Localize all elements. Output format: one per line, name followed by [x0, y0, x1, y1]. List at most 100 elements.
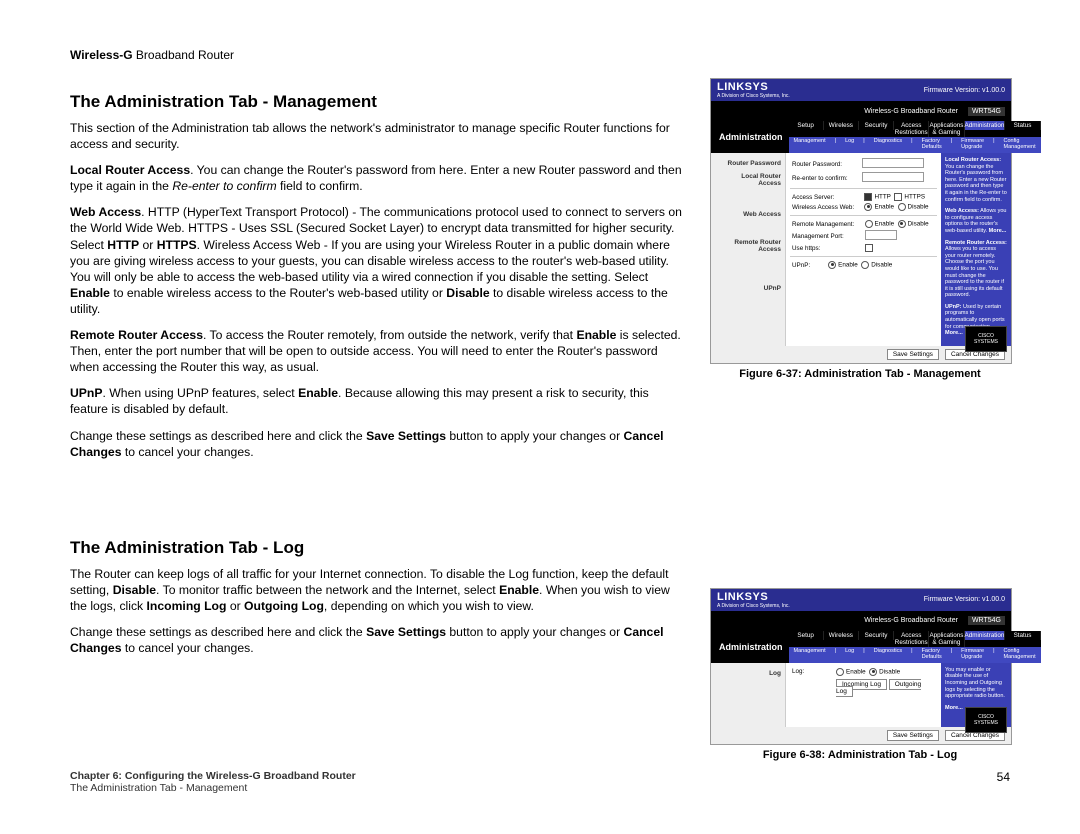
tab2-setup[interactable]: Setup [789, 631, 824, 640]
radio-log-enable[interactable] [836, 668, 844, 676]
save-text-c: to cancel your changes. [121, 445, 253, 459]
router-topbar: LINKSYS A Division of Cisco Systems, Inc… [711, 79, 1011, 101]
upnp-enable: Enable [298, 386, 338, 400]
subtab-firmware[interactable]: Firmware Upgrade [961, 138, 984, 150]
save-settings-button[interactable]: Save Settings [887, 349, 939, 360]
subtab-factory[interactable]: Factory Defaults [922, 138, 942, 150]
help3-text: Allows you to access your router remotel… [945, 246, 1004, 298]
help4-bold: UPnP: [945, 304, 962, 310]
tab-setup[interactable]: Setup [789, 121, 824, 130]
log-para: The Router can keep logs of all traffic … [70, 566, 688, 614]
save-text-b: button to apply your changes or [446, 429, 624, 443]
subtab2-factory[interactable]: Factory Defaults [922, 648, 942, 660]
save-settings-button-2[interactable]: Save Settings [887, 730, 939, 741]
document-page: Wireless-G Broadband Router The Administ… [0, 0, 1080, 834]
radio-rm-enable[interactable] [865, 220, 873, 228]
radio-waw-enable[interactable] [864, 203, 872, 211]
tab-apps[interactable]: Applications & Gaming [929, 121, 964, 137]
help2-more[interactable]: More... [989, 228, 1007, 234]
router-help-panel: Local Router Access: You can change the … [941, 153, 1011, 346]
router-center-panel-2: Log: Enable Disable Incoming Log Outgoin… [786, 663, 941, 727]
router-model-title: Wireless-G Broadband Router [864, 108, 958, 115]
section2-title: The Administration Tab - Log [70, 538, 688, 558]
router-model-bar: Wireless-G Broadband Router WRT54G [711, 101, 1011, 121]
help3-bold: Remote Router Access: [945, 240, 1007, 246]
left-label-log: Log [715, 667, 783, 680]
log-or: or [226, 599, 244, 613]
help4-more[interactable]: More... [945, 330, 963, 336]
left-label-4 [715, 222, 783, 236]
router-brand-2: LINKSYS [717, 591, 790, 603]
row-access-server: Access Server: [790, 192, 862, 202]
subtab-diagnostics[interactable]: Diagnostics [874, 138, 902, 150]
web-or: or [139, 238, 157, 252]
left-label-1: Local Router Access [715, 170, 783, 190]
radio-upnp-disable[interactable] [861, 261, 869, 269]
web-access-para: Web Access. HTTP (HyperText Transport Pr… [70, 204, 688, 317]
section1-intro: This section of the Administration tab a… [70, 120, 688, 152]
save-text-a: Change these settings as described here … [70, 429, 366, 443]
local-router-bold: Local Router Access [70, 163, 190, 177]
save-settings-para-2: Change these settings as described here … [70, 624, 688, 656]
tab-security[interactable]: Security [859, 121, 894, 130]
subtab2-log[interactable]: Log [845, 648, 854, 660]
log-outgoing: Outgoing Log [244, 599, 324, 613]
tab2-status[interactable]: Status [1005, 631, 1040, 640]
tab2-security[interactable]: Security [859, 631, 894, 640]
input-reenter[interactable] [862, 172, 924, 182]
router-navrow: Administration Setup Wireless Security A… [711, 121, 1011, 153]
tab-access[interactable]: Access Restrictions [894, 121, 929, 137]
tab2-apps[interactable]: Applications & Gaming [929, 631, 964, 647]
save-text-a-2: Change these settings as described here … [70, 625, 366, 639]
log-incoming: Incoming Log [147, 599, 227, 613]
tab-wireless[interactable]: Wireless [824, 121, 859, 130]
router-screenshot-management: LINKSYS A Division of Cisco Systems, Inc… [710, 78, 1012, 364]
figure-1-caption: Figure 6-37: Administration Tab - Manage… [710, 368, 1010, 380]
input-mgmt-port[interactable] [865, 230, 897, 240]
tab2-access[interactable]: Access Restrictions [894, 631, 929, 647]
log-disable: Disable [113, 583, 156, 597]
opt-rm-disable: Disable [908, 221, 929, 228]
router-bottom-bar-2: CISCO SYSTEMS Save Settings Cancel Chang… [711, 727, 1011, 744]
row-reenter: Re-enter to confirm: [790, 171, 860, 185]
subtab-config[interactable]: Config Management [1004, 138, 1036, 150]
tab2-wireless[interactable]: Wireless [824, 631, 859, 640]
radio-log-disable[interactable] [869, 668, 877, 676]
subtab2-diagnostics[interactable]: Diagnostics [874, 648, 902, 660]
local-router-text-b: field to confirm. [277, 179, 363, 193]
left-label-6 [715, 256, 783, 282]
row-wireless-web: Wireless Access Web: [790, 202, 862, 212]
radio-waw-disable[interactable] [898, 203, 906, 211]
subtab2-config[interactable]: Config Management [1004, 648, 1036, 660]
router-tabs-2: Setup Wireless Security Access Restricti… [789, 631, 1041, 647]
left-label-8: UPnP [715, 282, 783, 295]
radio-upnp-enable[interactable] [828, 261, 836, 269]
router-section-label-2: Administration [711, 631, 789, 663]
check-use-https[interactable] [865, 244, 873, 252]
subtab-management[interactable]: Management [794, 138, 826, 150]
opt-http: HTTP [874, 194, 890, 201]
check-http[interactable] [864, 193, 872, 201]
router-brand: LINKSYS [717, 81, 790, 93]
opt-upnp-enable: Enable [838, 262, 858, 269]
doc-header-rest: Broadband Router [133, 48, 234, 62]
web-https: HTTPS [157, 238, 197, 252]
save-settings-para-1: Change these settings as described here … [70, 428, 688, 460]
log-text-b: . To monitor traffic between the network… [156, 583, 499, 597]
subtab2-management[interactable]: Management [794, 648, 826, 660]
router-brand-sub-2: A Division of Cisco Systems, Inc. [717, 603, 790, 609]
opt-rm-enable: Enable [875, 221, 895, 228]
left-label-3: Web Access [715, 208, 783, 221]
subtab-log[interactable]: Log [845, 138, 854, 150]
subtab2-firmware[interactable]: Firmware Upgrade [961, 648, 984, 660]
tab-administration[interactable]: Administration [965, 121, 1006, 130]
input-router-password[interactable] [862, 158, 924, 168]
tab2-administration[interactable]: Administration [965, 631, 1006, 640]
web-access-bold: Web Access [70, 205, 141, 219]
radio-rm-disable[interactable] [898, 220, 906, 228]
upnp-text-a: . When using UPnP features, select [103, 386, 299, 400]
tab-status[interactable]: Status [1005, 121, 1040, 130]
router-navrow-2: Administration Setup Wireless Security A… [711, 631, 1011, 663]
save-btn-2: Save Settings [366, 625, 446, 639]
check-https[interactable] [894, 193, 902, 201]
